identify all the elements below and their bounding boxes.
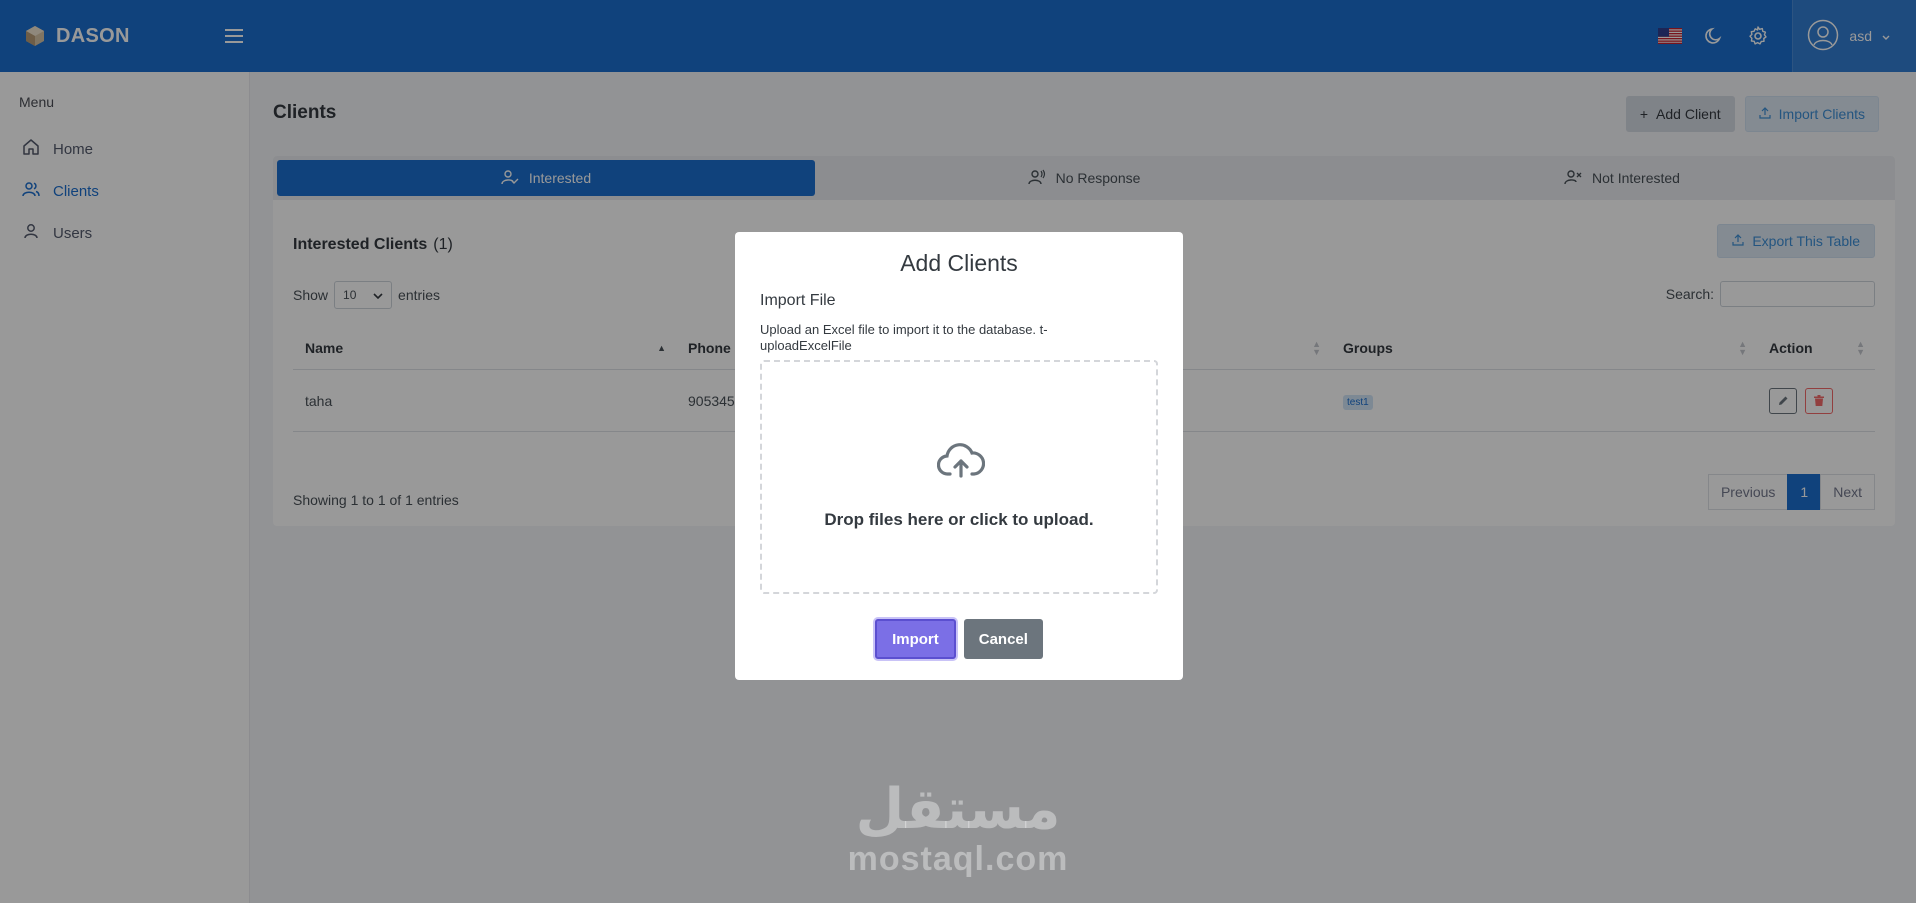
watermark-arabic: مستقل <box>855 777 1061 840</box>
import-help-text: Upload an Excel file to import it to the… <box>760 322 1048 353</box>
import-button[interactable]: Import <box>875 619 956 659</box>
watermark: مستقل mostaql.com <box>0 780 1916 879</box>
cancel-button[interactable]: Cancel <box>963 619 1043 659</box>
modal-title: Add Clients <box>900 250 1018 276</box>
dropzone-text: Drop files here or click to upload. <box>824 510 1094 529</box>
cloud-upload-icon <box>936 442 986 485</box>
import-file-label: Import File <box>760 292 836 309</box>
file-dropzone[interactable]: Drop files here or click to upload. <box>760 360 1158 594</box>
watermark-latin: mostaql.com <box>847 840 1069 878</box>
add-clients-modal: Add Clients Import File Upload an Excel … <box>735 232 1183 680</box>
